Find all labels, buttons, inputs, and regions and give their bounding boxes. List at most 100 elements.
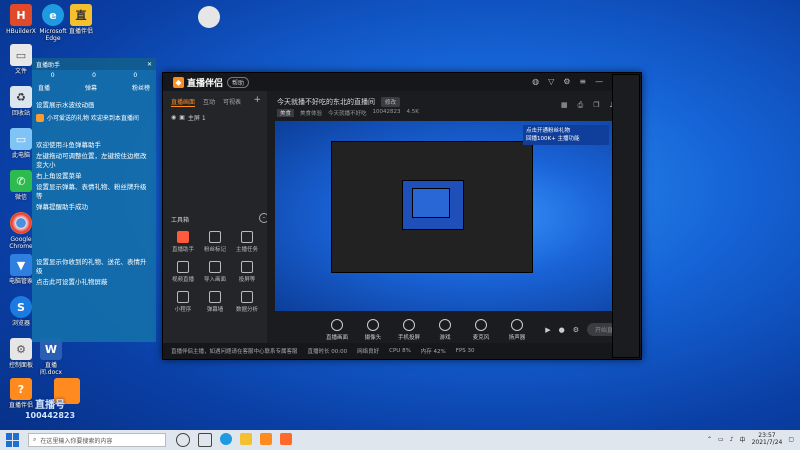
chat-message: 弹幕提醒助手成功 xyxy=(36,203,88,211)
edit-title-button[interactable]: 修改 xyxy=(381,97,401,107)
tool-wall[interactable]: 弹幕墙 xyxy=(199,291,231,313)
status-network: 网络良好 xyxy=(357,349,380,355)
shield-icon: ▼ xyxy=(10,254,32,276)
help-pill[interactable]: 帮助 xyxy=(227,76,250,88)
edge-icon[interactable] xyxy=(220,433,232,445)
eye-icon[interactable]: ◉ xyxy=(171,114,176,121)
settings-icon[interactable]: ⚙ xyxy=(573,326,579,334)
cortana-icon[interactable] xyxy=(176,433,190,447)
live-stage: 今天就播不好吃的东北的直播间 修改 美食 美食体验 今天就播不好吃 100428… xyxy=(267,91,641,343)
tool-cast[interactable]: 投屏等 xyxy=(231,261,263,283)
category-tag[interactable]: 美食 xyxy=(277,109,295,117)
chat-message: 设置显示你收到的礼物、送花、表情升级 xyxy=(36,258,147,275)
minimize-icon[interactable]: — xyxy=(595,77,603,86)
live-preview[interactable]: 点击开通粉丝礼物 回播100K+ 主播功能 xyxy=(275,121,613,311)
ime-icon[interactable]: 中 xyxy=(740,435,746,444)
tab-interact[interactable]: 互动 xyxy=(203,97,215,107)
toolbox-title: 工具箱 xyxy=(171,217,190,224)
app-logo-icon[interactable] xyxy=(260,433,272,445)
promo-banner[interactable]: 点击开通粉丝礼物 回播100K+ 主播功能 xyxy=(523,125,609,145)
tool-label: 小程序 xyxy=(174,307,192,313)
recycle-bin-icon: ♻ xyxy=(10,86,32,108)
chat-tab-danmaku[interactable]: 弹幕 xyxy=(85,83,97,92)
clock[interactable]: 23:57 2021/7/24 xyxy=(752,432,783,446)
app-logo: ◆ 直播伴侣 xyxy=(173,76,223,89)
chat-message: 右上角设置菜单 xyxy=(36,172,82,180)
grid-icon[interactable]: ▦ xyxy=(561,101,568,111)
clock-date: 2021/7/24 xyxy=(751,439,783,446)
microphone-icon xyxy=(475,319,487,331)
close-icon[interactable]: ✕ xyxy=(147,61,152,68)
gift-icon xyxy=(36,113,44,122)
monitor-icon xyxy=(331,319,343,331)
video-icon[interactable]: ▶ xyxy=(545,326,550,334)
settings-icon[interactable]: ⚙ xyxy=(563,77,570,86)
promo-line2: 回播100K+ 主播功能 xyxy=(526,136,580,142)
tool-fans[interactable]: 粉丝标记 xyxy=(199,231,231,253)
copy-icon[interactable]: ❐ xyxy=(593,101,599,111)
tab-live-scene[interactable]: 直播画面 xyxy=(171,97,196,107)
chat-message: 设置展示水波纹动画 xyxy=(36,101,95,109)
desktop-icon-control[interactable]: ⚙ 控制面板 xyxy=(4,338,38,369)
titlebar[interactable]: ◆ 直播伴侣 帮助 ◍ ▽ ⚙ ≡ — ☐ ✕ xyxy=(163,73,641,91)
gift-text: 小可爱送的礼物 欢迎来到本直播间 xyxy=(47,115,139,122)
shirt-icon[interactable]: ◍ xyxy=(532,77,539,86)
tab-visible[interactable]: 可视表 xyxy=(223,97,241,107)
chat-panel-header[interactable]: 直播助手 ✕ xyxy=(32,58,156,70)
skin-icon[interactable]: ▽ xyxy=(548,77,554,86)
live-companion-window[interactable]: ◆ 直播伴侣 帮助 ◍ ▽ ⚙ ≡ — ☐ ✕ 直播画面 互动 可视表 + ◉ … xyxy=(162,72,642,360)
tool-video[interactable]: 视频直播 xyxy=(167,261,199,283)
status-duration: 直播时长 00:00 xyxy=(307,349,348,355)
danmaku-chat-panel[interactable]: 直播助手 ✕ 0 0 0 直播 弹幕 粉丝榜 设置展示水波纹动画 小可爱送的礼物… xyxy=(32,58,156,342)
lock-icon[interactable]: ▣ xyxy=(179,114,185,121)
taskbar-search[interactable]: ⌕ 在这里输入你要搜索的内容 xyxy=(28,433,166,447)
desktop-icon-hbuilderx[interactable]: H HBuilderX xyxy=(4,4,38,35)
taskbar-apps xyxy=(176,433,292,447)
task-view-icon[interactable] xyxy=(198,433,212,447)
chat-stats: 0 0 0 xyxy=(32,70,156,81)
chat-tab-live[interactable]: 直播 xyxy=(38,83,50,92)
control-scene[interactable]: 直播画面 xyxy=(325,319,349,341)
promo-line1: 点击开通粉丝礼物 xyxy=(526,128,571,134)
chat-message: 欢迎使用斗鱼弹幕助手 xyxy=(36,141,101,149)
live-companion-taskbar-icon[interactable] xyxy=(280,433,292,445)
status-fps: FPS 30 xyxy=(455,348,475,354)
gear-icon: ⚙ xyxy=(10,338,32,360)
explorer-icon[interactable] xyxy=(240,433,252,445)
scene-item[interactable]: ◉ ▣ 主屏 1 xyxy=(171,113,267,122)
tool-import[interactable]: 导入画面 xyxy=(199,261,231,283)
wechat-icon: ✆ xyxy=(10,170,32,192)
control-game[interactable]: 游戏 xyxy=(433,319,457,341)
control-phone[interactable]: 手机投屏 xyxy=(397,319,421,341)
tool-live-assistant[interactable]: 直播助手 xyxy=(167,231,199,253)
windows-start-icon[interactable] xyxy=(6,433,20,447)
hbuilderx-icon: H xyxy=(10,4,32,26)
chat-tab-fans[interactable]: 粉丝榜 xyxy=(132,83,150,92)
chat-message: 设置显示弹幕、表情礼物、粉丝牌升级等 xyxy=(36,183,147,200)
avatar[interactable] xyxy=(198,6,220,28)
control-speaker[interactable]: 扬声器 xyxy=(505,319,529,341)
notification-icon[interactable]: ▢ xyxy=(788,436,794,443)
desktop-icon-zhibobanlv[interactable]: 直 直播伴侣 xyxy=(64,4,98,35)
stat-3: 0 xyxy=(133,72,138,79)
record-icon[interactable]: ● xyxy=(559,326,565,334)
volume-icon[interactable]: ♪ xyxy=(730,436,734,443)
toolbox-grid: 直播助手 粉丝标记 主播任务 视频直播 导入画面 投屏等 小程序 弹幕墙 数据分… xyxy=(167,231,263,313)
control-mic[interactable]: 麦克风 xyxy=(469,319,493,341)
camera-icon xyxy=(367,319,379,331)
stat-2: 0 xyxy=(92,72,96,79)
chevron-up-icon[interactable]: ⌃ xyxy=(707,436,712,443)
tool-tasks[interactable]: 主播任务 xyxy=(231,231,263,253)
speaker-icon xyxy=(511,319,523,331)
control-label: 手机投屏 xyxy=(397,335,420,341)
add-icon[interactable]: + xyxy=(253,95,261,105)
network-icon[interactable]: ▭ xyxy=(718,436,724,443)
tool-analytics[interactable]: 数据分析 xyxy=(231,291,263,313)
control-camera[interactable]: 摄像头 xyxy=(361,319,385,341)
stream-title[interactable]: 今天就播不好吃的东北的直播间 xyxy=(277,97,375,107)
print-icon[interactable]: ⎙ xyxy=(578,101,584,111)
menu-icon[interactable]: ≡ xyxy=(579,77,586,86)
desktop-icon-doc[interactable]: W 直播间.docx xyxy=(34,338,68,376)
tool-miniapp[interactable]: 小程序 xyxy=(167,291,199,313)
edge-icon: e xyxy=(42,4,64,26)
